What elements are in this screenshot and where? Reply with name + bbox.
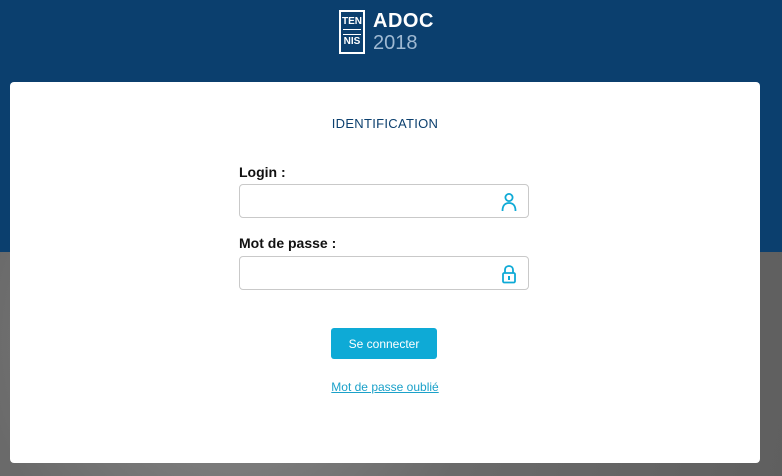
login-button[interactable]: Se connecter [331, 328, 437, 359]
login-label: Login : [239, 164, 286, 180]
login-card: IDENTIFICATION Login : Mot de passe : Se… [10, 82, 760, 463]
form-title: IDENTIFICATION [331, 116, 439, 131]
logo-line-2: NIS [343, 36, 361, 47]
tennis-logo: TEN NIS [339, 10, 365, 54]
login-input[interactable] [240, 185, 506, 217]
logo-line-1: TEN [342, 16, 362, 27]
forgot-password-link[interactable]: Mot de passe oublié [331, 380, 438, 394]
brand: TEN NIS ADOC 2018 [339, 8, 434, 56]
password-label: Mot de passe : [239, 235, 337, 251]
password-field-wrapper [239, 256, 529, 290]
user-icon [501, 193, 517, 212]
app-year: 2018 [373, 32, 418, 54]
lock-icon [502, 265, 516, 284]
app-name: ADOC [373, 10, 434, 32]
login-field-wrapper [239, 184, 529, 218]
password-input[interactable] [240, 257, 506, 289]
